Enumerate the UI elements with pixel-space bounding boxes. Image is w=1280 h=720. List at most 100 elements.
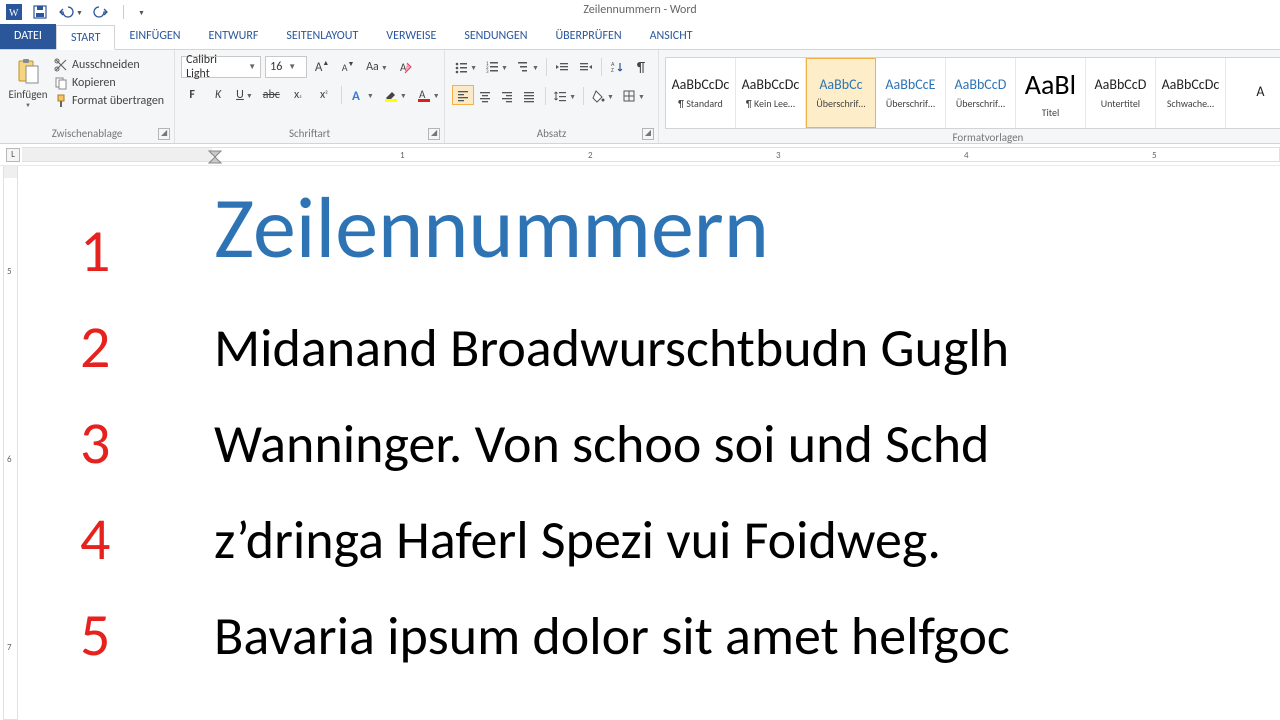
svg-text:3: 3 [486,69,489,74]
style-item[interactable]: AaBbCcDc¶ Kein Lee… [736,58,806,128]
group-paragraph-label: Absatz [451,125,652,143]
copy-button[interactable]: Kopieren [54,76,164,90]
style-item[interactable]: AaBbCcDÜberschrif… [946,58,1016,128]
font-size-combo[interactable]: 16▼ [265,56,307,78]
vertical-ruler[interactable]: 5 6 7 [3,166,18,720]
style-name: Schwache… [1167,97,1214,110]
increase-indent-button[interactable] [575,56,597,78]
style-name: Überschrif… [816,97,865,110]
justify-button[interactable] [518,85,540,107]
tab-review[interactable]: ÜBERPRÜFEN [541,24,635,49]
word-app-icon: W [6,4,22,20]
line-number: 3 [80,396,110,492]
body-line[interactable]: Midanand Broadwurschtbudn Guglh [214,300,1010,396]
borders-button[interactable]: ▼ [619,85,648,107]
paste-dropdown-icon: ▼ [25,101,31,109]
style-item[interactable]: AaBbCcDc Schwache… [1156,58,1226,128]
bullets-button[interactable]: ▼ [451,56,480,78]
style-preview: AaBbCcDc [1162,76,1220,93]
undo-icon[interactable] [58,4,74,20]
font-separator [341,86,342,104]
change-case-button[interactable]: Aa▼ [363,56,391,78]
text-effects-button[interactable]: A▼ [348,84,377,106]
copy-label: Kopieren [72,76,116,90]
tab-start[interactable]: START [56,25,116,50]
shading-button[interactable]: ▼ [588,85,617,107]
undo-dropdown-icon[interactable]: ▼ [76,8,83,17]
tab-insert[interactable]: EINFÜGEN [115,24,194,49]
hanging-indent-icon[interactable] [208,156,222,164]
horizontal-ruler[interactable]: 1 2 3 4 5 [22,147,1280,162]
font-color-button[interactable]: A▼ [414,84,443,106]
shrink-font-button[interactable]: A▼ [337,56,359,78]
style-preview: AaBbCcD [1095,76,1147,93]
show-marks-button[interactable]: ¶ [630,56,652,78]
style-item[interactable]: AaBbCcDc¶ Standard [666,58,736,128]
svg-text:Z: Z [611,66,614,74]
tab-layout[interactable]: SEITENLAYOUT [272,24,372,49]
window-title: Zeilennummern - Word [583,3,696,17]
multilevel-list-button[interactable]: ▼ [513,56,542,78]
ribbon: Einfügen ▼ Ausschneiden Kopieren Format … [0,50,1280,144]
clipboard-dialog-launcher[interactable]: ◢ [158,128,170,140]
line-spacing-button[interactable]: ▼ [550,85,579,107]
style-item[interactable]: AaBbCcD Untertitel [1086,58,1156,128]
sort-button[interactable]: AZ [606,56,628,78]
group-styles: AaBbCcDc¶ StandardAaBbCcDc¶ Kein Lee…AaB… [659,50,1280,143]
style-name: Untertitel [1101,97,1140,110]
svg-text:A: A [352,89,360,102]
ruler-area: L 1 2 3 4 5 [0,144,1280,166]
strikethrough-button[interactable]: abc [260,84,283,106]
grow-font-button[interactable]: A▲ [311,56,333,78]
cut-button[interactable]: Ausschneiden [54,58,164,72]
superscript-button[interactable]: x² [313,84,335,106]
style-preview: AaBbCcE [885,76,935,93]
bold-button[interactable]: F [181,84,203,106]
tab-stop-selector[interactable]: L [6,148,20,162]
tab-file[interactable]: DATEI [0,24,56,49]
highlight-button[interactable]: ▼ [381,84,410,106]
italic-button[interactable]: K [207,84,229,106]
body-line[interactable]: z’dringa Haferl Spezi vui Foidweg. [214,492,1010,588]
style-name: Überschrif… [886,97,935,110]
underline-button[interactable]: U▼ [233,84,256,106]
style-name: ¶ Standard [678,97,723,110]
style-item[interactable]: AaBlTitel [1016,58,1086,128]
format-painter-button[interactable]: Format übertragen [54,94,164,108]
line-number: 1 [80,204,110,300]
tab-view[interactable]: ANSICHT [636,24,707,49]
font-name-combo[interactable]: Calibri Light▼ [181,56,261,78]
ruler-tick: 2 [588,150,593,161]
qat-customize-icon[interactable]: ▼ [138,8,145,17]
clear-formatting-button[interactable]: A [395,56,417,78]
style-preview: A [1256,83,1264,100]
styles-gallery: AaBbCcDc¶ StandardAaBbCcDc¶ Kein Lee…AaB… [665,57,1280,129]
body-line[interactable]: Wanninger. Von schoo soi und Schd [214,396,1010,492]
tab-references[interactable]: VERWEISE [372,24,450,49]
redo-icon[interactable] [93,4,109,20]
save-icon[interactable] [32,4,48,20]
decrease-indent-button[interactable] [551,56,573,78]
align-center-button[interactable] [474,85,496,107]
body-line[interactable]: Bavaria ipsum dolor sit amet helfgoc [214,588,1010,684]
tab-design[interactable]: ENTWURF [195,24,273,49]
style-item[interactable]: AaBbCcE Überschrif… [876,58,946,128]
style-item[interactable]: A [1226,58,1280,128]
style-item[interactable]: AaBbCcÜberschrif… [806,58,876,128]
document-content[interactable]: Zeilennummern Midanand Broadwurschtbudn … [214,186,1010,684]
align-left-button[interactable] [452,85,474,105]
cut-label: Ausschneiden [72,58,140,72]
paragraph-dialog-launcher[interactable]: ◢ [642,128,654,140]
paste-button[interactable]: Einfügen ▼ [6,54,50,109]
tab-mailings[interactable]: SENDUNGEN [450,24,541,49]
group-clipboard: Einfügen ▼ Ausschneiden Kopieren Format … [0,50,175,143]
subscript-button[interactable]: x₂ [287,84,309,106]
group-font-label: Schriftart [181,125,438,143]
copy-icon [54,76,68,90]
ruler-margin-shade [22,148,212,161]
font-dialog-launcher[interactable]: ◢ [428,128,440,140]
numbering-button[interactable]: 123▼ [482,56,511,78]
font-name-value: Calibri Light [186,53,242,81]
heading-text[interactable]: Zeilennummern [214,186,1010,272]
align-right-button[interactable] [496,85,518,107]
